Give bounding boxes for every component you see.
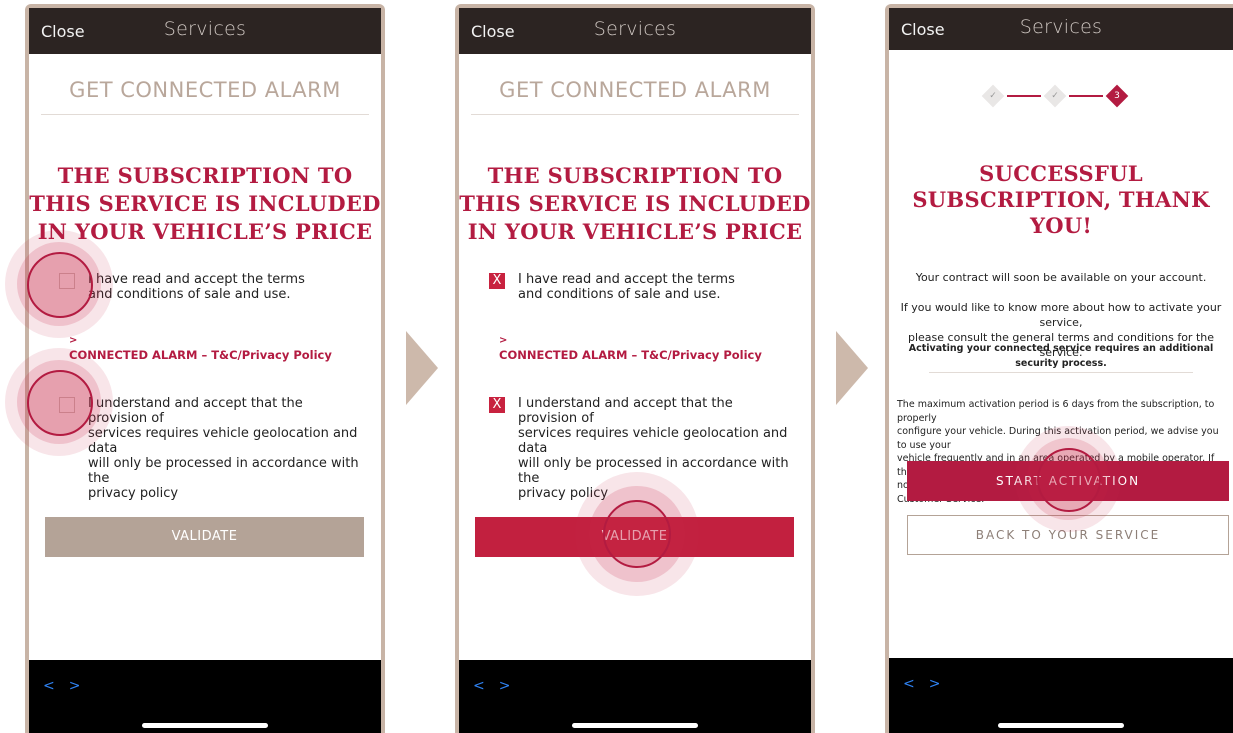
step-2: ✓: [1043, 84, 1067, 108]
browser-bar: <>: [29, 660, 381, 733]
terms-label: I have read and accept the terms: [518, 272, 735, 287]
geolocation-label: privacy policy: [88, 486, 179, 501]
progress-stepper: ✓ ✓ 3: [889, 80, 1233, 110]
back-arrow-icon[interactable]: <: [43, 678, 69, 694]
success-headline: SUCCESSFUL SUBSCRIPTION, THANK YOU!: [889, 161, 1233, 239]
geolocation-label: services requires vehicle geolocation an…: [518, 426, 788, 456]
subscription-headline: THE SUBSCRIPTION TO THIS SERVICE IS INCL…: [29, 162, 381, 246]
top-bar: Close Services: [29, 8, 381, 54]
geolocation-checkbox-row[interactable]: X I understand and accept that the provi…: [489, 396, 795, 501]
policy-link-label[interactable]: CONNECTED ALARM – T&C/Privacy Policy: [69, 348, 332, 362]
forward-arrow-icon[interactable]: >: [929, 676, 955, 692]
geolocation-label: will only be processed in accordance wit…: [518, 456, 789, 486]
page-title: Services: [1019, 16, 1103, 38]
period-line: The maximum activation period is 6 days …: [897, 399, 1215, 424]
info-line: If you would like to know more about how…: [900, 301, 1222, 329]
nav-arrows: <>: [473, 678, 524, 694]
phone-screen-3: Close Services ✓ ✓ 3 SUCCESSFUL SUBSCRIP…: [885, 4, 1233, 733]
service-title: GET CONNECTED ALARM: [41, 78, 369, 115]
step-connector: [1007, 95, 1041, 97]
security-text: Activating your connected service requir…: [908, 343, 1214, 369]
service-title: GET CONNECTED ALARM: [471, 78, 799, 115]
step-3: 3: [1105, 84, 1129, 108]
step-1: ✓: [981, 84, 1005, 108]
policy-link[interactable]: > CONNECTED ALARM – T&C/Privacy Policy: [499, 335, 762, 362]
validate-button[interactable]: VALIDATE: [475, 517, 794, 557]
terms-label: I have read and accept the terms: [88, 272, 305, 287]
forward-arrow-icon[interactable]: >: [499, 678, 525, 694]
step-connector: [1069, 95, 1103, 97]
terms-label: and conditions of sale and use.: [518, 287, 721, 302]
browser-bar: <>: [889, 658, 1233, 733]
geolocation-label: privacy policy: [518, 486, 609, 501]
top-bar: Close Services: [459, 8, 811, 54]
terms-checkbox-row[interactable]: X I have read and accept the terms and c…: [489, 272, 795, 302]
terms-checkbox-row[interactable]: I have read and accept the terms and con…: [59, 272, 365, 302]
back-arrow-icon[interactable]: <: [903, 676, 929, 692]
geolocation-label: I understand and accept that the provisi…: [518, 396, 733, 426]
headline-line: IN YOUR VEHICLE’S PRICE: [37, 219, 373, 244]
geolocation-label: services requires vehicle geolocation an…: [88, 426, 358, 456]
period-line: configure your vehicle. During this acti…: [897, 426, 1219, 451]
nav-arrows: <>: [903, 676, 954, 692]
browser-bar: <>: [459, 660, 811, 733]
divider: [929, 372, 1193, 373]
headline-line: SUCCESSFUL: [979, 161, 1143, 186]
back-to-service-button[interactable]: BACK TO YOUR SERVICE: [907, 515, 1229, 555]
terms-label: and conditions of sale and use.: [88, 287, 291, 302]
terms-checkbox[interactable]: X: [489, 273, 505, 289]
headline-line: THE SUBSCRIPTION TO: [487, 163, 783, 188]
page-title: Services: [163, 18, 247, 40]
geolocation-checkbox[interactable]: X: [489, 397, 505, 413]
validate-button[interactable]: VALIDATE: [45, 517, 364, 557]
check-icon: ✓: [989, 91, 997, 101]
flow-arrow-icon: [836, 331, 868, 405]
home-indicator: [572, 723, 698, 728]
page-title: Services: [593, 18, 677, 40]
policy-arrow-icon: >: [69, 335, 78, 346]
forward-arrow-icon[interactable]: >: [69, 678, 95, 694]
geolocation-checkbox-row[interactable]: I understand and accept that the provisi…: [59, 396, 365, 501]
policy-arrow-icon: >: [499, 335, 508, 346]
headline-line: YOU!: [1029, 213, 1093, 238]
geolocation-label: will only be processed in accordance wit…: [88, 456, 359, 486]
headline-line: IN YOUR VEHICLE’S PRICE: [467, 219, 803, 244]
home-indicator: [142, 723, 268, 728]
policy-link[interactable]: > CONNECTED ALARM – T&C/Privacy Policy: [69, 335, 332, 362]
contract-text: Your contract will soon be available on …: [915, 271, 1207, 284]
headline-line: THIS SERVICE IS INCLUDED: [29, 191, 381, 216]
check-icon: ✓: [1051, 91, 1059, 101]
phone-screen-2: Close Services GET CONNECTED ALARM THE S…: [455, 4, 815, 733]
flow-arrow-icon: [406, 331, 438, 405]
subscription-headline: THE SUBSCRIPTION TO THIS SERVICE IS INCL…: [459, 162, 811, 246]
home-indicator: [998, 723, 1124, 728]
headline-line: SUBSCRIPTION, THANK: [912, 187, 1210, 212]
step-number: 3: [1114, 91, 1120, 101]
policy-link-label[interactable]: CONNECTED ALARM – T&C/Privacy Policy: [499, 348, 762, 362]
geolocation-checkbox[interactable]: [59, 397, 75, 413]
back-arrow-icon[interactable]: <: [473, 678, 499, 694]
top-bar: Close Services: [889, 8, 1233, 50]
phone-screen-1: Close Services GET CONNECTED ALARM THE S…: [5, 4, 385, 733]
geolocation-label: I understand and accept that the provisi…: [88, 396, 303, 426]
nav-arrows: <>: [43, 678, 94, 694]
terms-checkbox[interactable]: [59, 273, 75, 289]
start-activation-button[interactable]: START ACTIVATION: [907, 461, 1229, 501]
headline-line: THE SUBSCRIPTION TO: [57, 163, 353, 188]
headline-line: THIS SERVICE IS INCLUDED: [459, 191, 811, 216]
